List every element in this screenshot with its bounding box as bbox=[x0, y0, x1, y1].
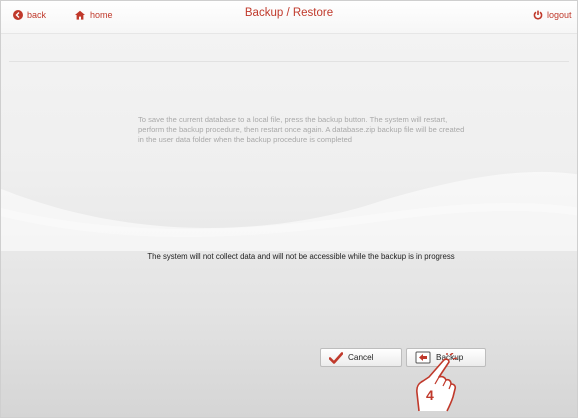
backup-info-text: To save the current database to a local … bbox=[138, 115, 465, 145]
header-bar: back home Backup / Restore logout bbox=[1, 1, 577, 34]
divider bbox=[9, 61, 569, 62]
cancel-button[interactable]: Cancel bbox=[320, 348, 402, 367]
background-wave bbox=[1, 171, 577, 251]
logout-link[interactable]: logout bbox=[533, 10, 572, 20]
logout-icon bbox=[533, 10, 543, 20]
cancel-label: Cancel bbox=[348, 353, 374, 362]
backup-warning-text: The system will not collect data and wil… bbox=[147, 252, 455, 261]
page-title: Backup / Restore bbox=[244, 7, 334, 19]
check-icon bbox=[329, 351, 343, 364]
logout-label: logout bbox=[547, 10, 572, 20]
pointing-hand-icon bbox=[416, 353, 458, 412]
app-window: back home Backup / Restore logout To sav… bbox=[0, 0, 578, 418]
step-number: 4 bbox=[426, 387, 434, 403]
